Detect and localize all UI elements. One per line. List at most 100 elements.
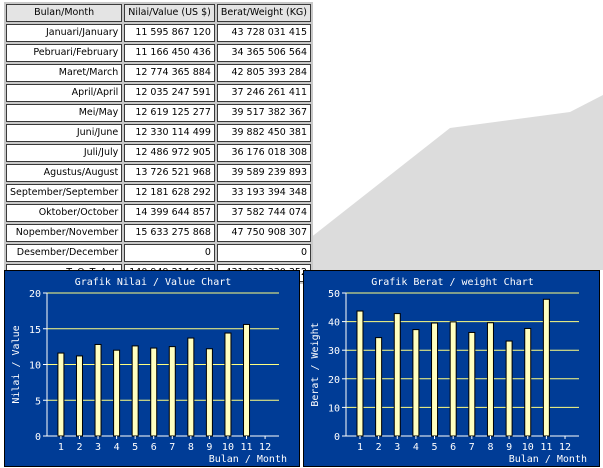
cell-month: Juli/July <box>6 144 123 162</box>
table-row: Desember/December 0 0 <box>6 244 311 262</box>
y-tick-label: 40 <box>328 318 340 329</box>
bar-6 <box>150 347 158 437</box>
bar-11 <box>243 323 251 437</box>
cell-value: 14 399 644 857 <box>124 204 215 222</box>
y-tick-label: 10 <box>29 361 41 372</box>
x-tick-label: 6 <box>450 442 456 453</box>
cell-weight: 36 176 018 308 <box>216 144 311 162</box>
table-header-row: Bulan/Month Nilai/Value (US $) Berat/Wei… <box>6 4 311 22</box>
table-row: Pebruari/February 11 166 450 436 34 365 50… <box>6 44 311 62</box>
cell-weight: 33 193 394 348 <box>216 184 311 202</box>
cell-month: September/September <box>6 184 123 202</box>
cell-value: 13 726 521 968 <box>124 164 215 182</box>
bar-1 <box>356 310 364 437</box>
chart-title: Grafik Nilai / Value Chart <box>75 277 232 288</box>
header-weight: Berat/Weight (KG) <box>216 4 311 22</box>
bar-8 <box>187 337 195 437</box>
x-tick-label: 9 <box>506 442 512 453</box>
y-tick-label: 20 <box>29 289 41 300</box>
cell-value: 12 619 125 277 <box>124 104 215 122</box>
cell-value: 12 181 628 292 <box>124 184 215 202</box>
x-tick-label: 1 <box>58 442 64 453</box>
bar-4 <box>113 349 121 437</box>
cell-weight: 34 365 506 564 <box>216 44 311 62</box>
y-tick-label: 5 <box>35 396 41 407</box>
bar-8 <box>486 322 494 437</box>
x-tick-label: 2 <box>376 442 382 453</box>
x-tick-label: 6 <box>151 442 157 453</box>
x-tick-label: 4 <box>114 442 120 453</box>
bar-4 <box>412 329 420 437</box>
table-row: Januari/January 11 595 867 120 43 728 031 … <box>6 24 311 42</box>
bar-3 <box>393 313 401 437</box>
x-tick-label: 10 <box>522 442 534 453</box>
cell-weight: 47 750 908 307 <box>216 224 311 242</box>
header-month: Bulan/Month <box>6 4 123 22</box>
bar-10 <box>224 332 232 437</box>
x-tick-label: 5 <box>132 442 138 453</box>
value-chart-panel: Grafik Nilai / Value Chart 0 5 10 15 20 1 2 3 4 5 6… <box>4 270 300 467</box>
bar-9 <box>205 348 213 437</box>
cell-month: Pebruari/February <box>6 44 123 62</box>
y-tick-label: 20 <box>328 375 340 386</box>
bar-2 <box>75 355 83 437</box>
x-axis-label: Bulan / Month <box>209 454 287 465</box>
cell-month: Oktober/October <box>6 204 123 222</box>
table-row: Mei/May 12 619 125 277 39 517 382 367 <box>6 104 311 122</box>
bar-3 <box>94 343 102 437</box>
table-row: Nopember/November 15 633 275 868 47 750 90… <box>6 224 311 242</box>
x-tick-label: 11 <box>240 442 252 453</box>
cell-value: 11 595 867 120 <box>124 24 215 42</box>
x-tick-label: 11 <box>540 442 552 453</box>
cell-value: 11 166 450 436 <box>124 44 215 62</box>
cell-month: Maret/March <box>6 64 123 82</box>
cell-weight: 39 882 450 381 <box>216 124 311 142</box>
cell-value: 12 486 972 905 <box>124 144 215 162</box>
x-tick-label: 7 <box>469 442 475 453</box>
x-tick-label: 12 <box>559 442 571 453</box>
bar-11 <box>542 298 550 437</box>
cell-month: Juni/June <box>6 124 123 142</box>
y-axis-label: Nilai / Value <box>11 325 22 403</box>
bar-7 <box>168 346 176 437</box>
table-row: Juni/June 12 330 114 499 39 882 450 381 <box>6 124 311 142</box>
table-row: April/April 12 035 247 591 37 246 261 411 <box>6 84 311 102</box>
bar-6 <box>449 321 457 437</box>
bar-5 <box>431 322 439 437</box>
cell-value: 12 330 114 499 <box>124 124 215 142</box>
x-tick-label: 1 <box>357 442 363 453</box>
cell-weight: 0 <box>216 244 311 262</box>
cell-month: Januari/January <box>6 24 123 42</box>
y-axis-label: Berat / Weight <box>310 322 321 406</box>
x-tick-label: 3 <box>95 442 101 453</box>
bar-9 <box>505 340 513 437</box>
chart-title: Grafik Berat / weight Chart <box>371 277 534 288</box>
cell-month: Mei/May <box>6 104 123 122</box>
x-tick-label: 4 <box>413 442 419 453</box>
bar-1 <box>57 352 65 437</box>
weight-chart: Grafik Berat / weight Chart010203040501 2… <box>310 277 587 465</box>
x-tick-label: 5 <box>432 442 438 453</box>
cell-value: 0 <box>124 244 215 262</box>
y-tick-label: 15 <box>29 325 41 336</box>
bar-5 <box>131 345 139 437</box>
cell-month: April/April <box>6 84 123 102</box>
x-tick-label: 2 <box>76 442 82 453</box>
table-row: Agustus/August 13 726 521 968 39 589 239 8… <box>6 164 311 182</box>
cell-weight: 37 246 261 411 <box>216 84 311 102</box>
weight-chart-panel: Grafik Berat / weight Chart 0 10 20 30 40 50 1 2… <box>303 270 600 467</box>
cell-weight: 37 582 744 074 <box>216 204 311 222</box>
table-row: Oktober/October 14 399 644 857 37 582 744 … <box>6 204 311 222</box>
cell-value: 12 035 247 591 <box>124 84 215 102</box>
value-chart: Grafik Nilai / Value Chart051015201 2 3 4 5 6… <box>11 277 287 465</box>
cell-month: Agustus/August <box>6 164 123 182</box>
data-table: Bulan/Month Nilai/Value (US $) Berat/Wei… <box>4 2 313 284</box>
table-row: September/September 12 181 628 292 33 193 … <box>6 184 311 202</box>
x-tick-label: 3 <box>394 442 400 453</box>
x-tick-label: 8 <box>188 442 194 453</box>
cell-value: 15 633 275 868 <box>124 224 215 242</box>
bar-10 <box>524 327 532 437</box>
cell-weight: 39 589 239 893 <box>216 164 311 182</box>
x-tick-label: 9 <box>206 442 212 453</box>
x-tick-label: 7 <box>169 442 175 453</box>
